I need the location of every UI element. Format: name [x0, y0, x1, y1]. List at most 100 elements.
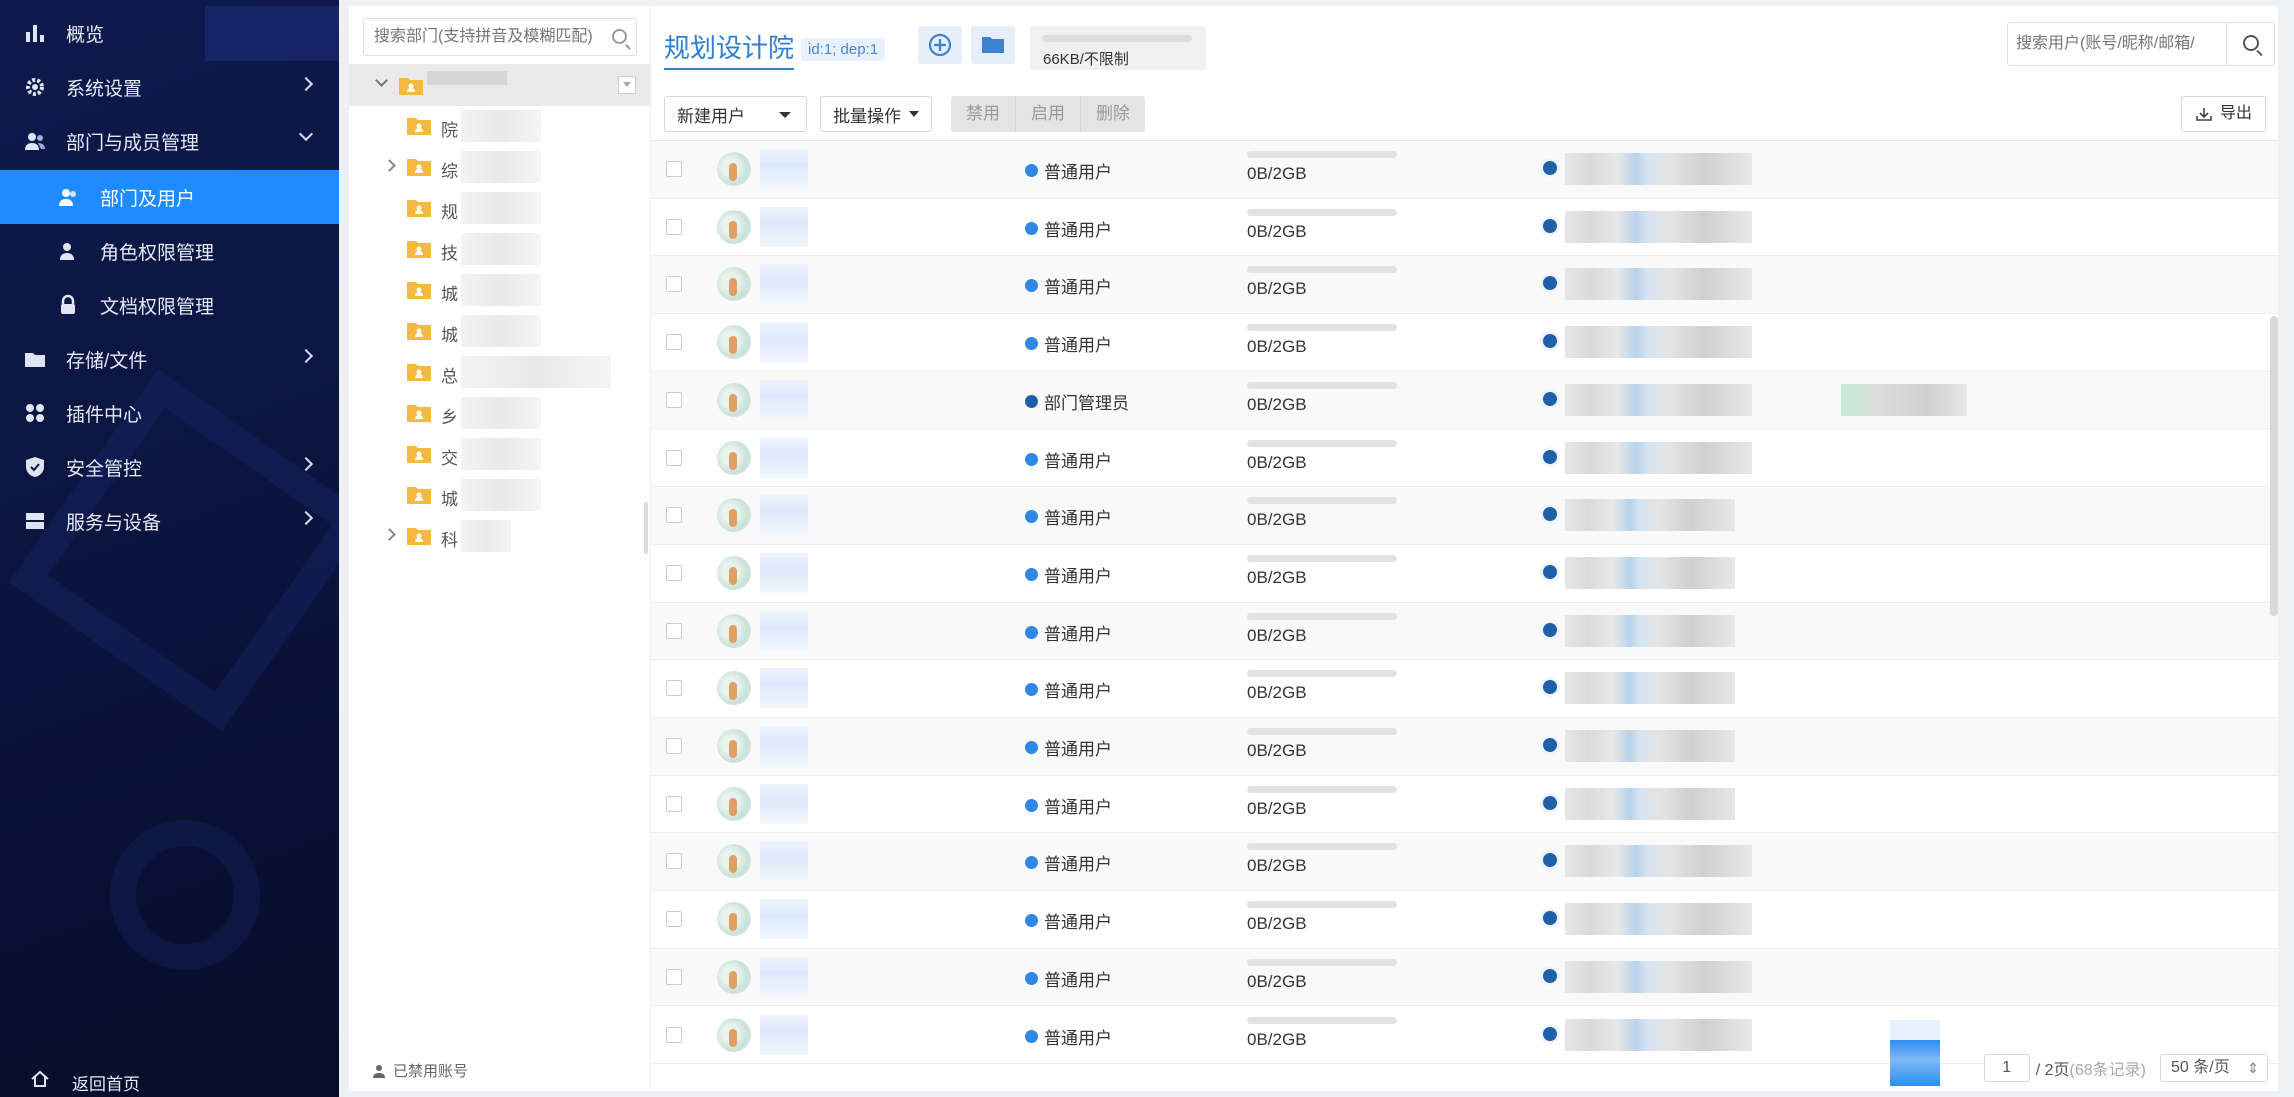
chevron-down-icon[interactable]	[375, 74, 388, 87]
department-search-input[interactable]	[364, 19, 636, 55]
table-row[interactable]: 普通用户 0B/2GB	[651, 948, 2278, 1007]
sidebar-item-security[interactable]: 安全管控	[0, 440, 339, 494]
sidebar-item-label: 安全管控	[66, 458, 143, 480]
table-row[interactable]: 普通用户 0B/2GB	[651, 487, 2278, 545]
floating-widget[interactable]	[1890, 1020, 1940, 1086]
chevron-right-icon[interactable]	[383, 528, 396, 541]
batch-operation-button[interactable]: 批量操作	[820, 96, 932, 132]
sidebar-item-dept-users[interactable]: 部门及用户	[0, 170, 339, 224]
delete-button[interactable]: 删除	[1081, 96, 1145, 132]
sidebar-item-plugins[interactable]: 插件中心	[0, 386, 339, 440]
table-scrollbar[interactable]	[2270, 316, 2278, 616]
tree-node[interactable]: 总	[349, 352, 650, 392]
back-home-link[interactable]: 返回首页	[0, 1062, 339, 1096]
folder-button[interactable]	[971, 26, 1015, 64]
tree-node[interactable]: 综	[349, 147, 650, 187]
sidebar-item-label: 插件中心	[66, 404, 143, 426]
row-checkbox[interactable]	[666, 564, 682, 581]
sidebar-item-label: 部门及用户	[100, 188, 196, 210]
disable-button[interactable]: 禁用	[951, 96, 1016, 132]
row-checkbox[interactable]	[666, 622, 682, 639]
dept-dot-icon	[1543, 391, 1557, 406]
page-number-input[interactable]: 1	[1983, 1054, 2030, 1082]
table-row[interactable]: 普通用户 0B/2GB	[651, 833, 2278, 892]
tree-node[interactable]: 城	[349, 311, 650, 351]
row-checkbox[interactable]	[666, 680, 682, 697]
tree-node[interactable]: 交	[349, 434, 650, 474]
bar-chart-icon	[26, 25, 44, 42]
row-checkbox[interactable]	[666, 449, 682, 466]
redacted-name	[760, 726, 808, 766]
table-row[interactable]: 普通用户 0B/2GB	[651, 660, 2278, 718]
sidebar-item-overview[interactable]: 概览	[0, 6, 339, 60]
tree-node[interactable]: 院	[349, 106, 650, 146]
table-row[interactable]: 普通用户 0B/2GB	[651, 199, 2278, 257]
disabled-accounts-link[interactable]: 已禁用账号	[373, 1060, 468, 1081]
sidebar-item-dept-members[interactable]: 部门与成员管理	[0, 114, 339, 168]
role-label: 普通用户	[1044, 220, 1112, 240]
table-row[interactable]: 普通用户 0B/2GB	[651, 430, 2278, 488]
table-row[interactable]: 普通用户 0B/2GB	[651, 602, 2278, 661]
export-button[interactable]: 导出	[2180, 96, 2266, 132]
dept-dot-icon	[1543, 622, 1557, 637]
table-row[interactable]: 普通用户 0B/2GB	[651, 776, 2278, 834]
folder-user-icon	[399, 78, 423, 95]
row-checkbox[interactable]	[666, 161, 682, 177]
tree-node[interactable]: 技	[349, 229, 650, 269]
table-row[interactable]: 普通用户 0B/2GB	[651, 314, 2278, 372]
table-row[interactable]: 普通用户 0B/2GB	[651, 256, 2278, 315]
user-search-input[interactable]	[2008, 23, 2228, 65]
role-dot-icon	[1025, 741, 1038, 754]
tree-node[interactable]: 规	[349, 188, 650, 228]
enable-button[interactable]: 启用	[1016, 96, 1081, 132]
avatar	[717, 152, 751, 186]
row-checkbox[interactable]	[666, 968, 682, 985]
row-checkbox[interactable]	[666, 738, 682, 754]
row-checkbox[interactable]	[666, 853, 682, 870]
table-row[interactable]: 普通用户 0B/2GB	[651, 545, 2278, 603]
search-icon	[2243, 35, 2259, 51]
tree-root-node[interactable]	[349, 64, 650, 106]
sidebar-item-role-permissions[interactable]: 角色权限管理	[0, 224, 339, 278]
row-checkbox[interactable]	[666, 276, 682, 293]
add-button[interactable]	[918, 26, 962, 64]
new-user-dropdown[interactable]	[762, 96, 807, 132]
quota-cell: 0B/2GB	[1247, 554, 1397, 588]
table-row[interactable]: 普通用户 0B/2GB	[651, 718, 2278, 776]
tree-node[interactable]: 城	[349, 475, 650, 515]
quota-bar	[1247, 612, 1397, 620]
redacted-dept	[1565, 556, 1735, 589]
tree-node[interactable]: 乡	[349, 393, 650, 433]
user-disabled-icon	[373, 1064, 385, 1078]
table-row[interactable]: 普通用户 0B/2GB	[651, 141, 2278, 199]
sidebar-item-services[interactable]: 服务与设备	[0, 494, 339, 548]
row-checkbox[interactable]	[666, 1026, 682, 1043]
redacted-name	[760, 610, 808, 651]
page-size-select[interactable]: 50 条/页	[2160, 1054, 2268, 1082]
tree-node[interactable]: 城	[349, 270, 650, 310]
row-checkbox[interactable]	[666, 218, 682, 235]
role-label: 普通用户	[1044, 624, 1112, 644]
new-user-button[interactable]: 新建用户	[664, 96, 763, 132]
redacted-name	[461, 479, 541, 511]
chevron-right-icon[interactable]	[383, 159, 396, 172]
page-total: / 2页(68条记录)	[2036, 1056, 2146, 1080]
row-checkbox[interactable]	[666, 795, 682, 812]
row-checkbox[interactable]	[666, 391, 682, 408]
dropdown-toggle[interactable]	[618, 76, 636, 94]
sidebar-item-system-settings[interactable]: 系统设置	[0, 60, 339, 114]
table-row[interactable]: 普通用户 0B/2GB	[651, 891, 2278, 949]
tree-scrollbar[interactable]	[644, 502, 648, 554]
search-icon[interactable]	[612, 29, 627, 44]
row-checkbox[interactable]	[666, 911, 682, 928]
row-checkbox[interactable]	[666, 507, 682, 524]
sidebar-item-doc-permissions[interactable]: 文档权限管理	[0, 278, 339, 332]
search-button[interactable]	[2226, 23, 2274, 65]
role-cell: 普通用户	[1025, 273, 1112, 298]
table-row[interactable]: 部门管理员 0B/2GB	[651, 371, 2278, 430]
chevron-right-icon	[298, 76, 314, 92]
sidebar-item-storage[interactable]: 存储/文件	[0, 332, 339, 386]
row-checkbox[interactable]	[666, 334, 682, 351]
tree-node[interactable]: 科	[349, 516, 650, 556]
quota-cell: 0B/2GB	[1247, 208, 1397, 242]
